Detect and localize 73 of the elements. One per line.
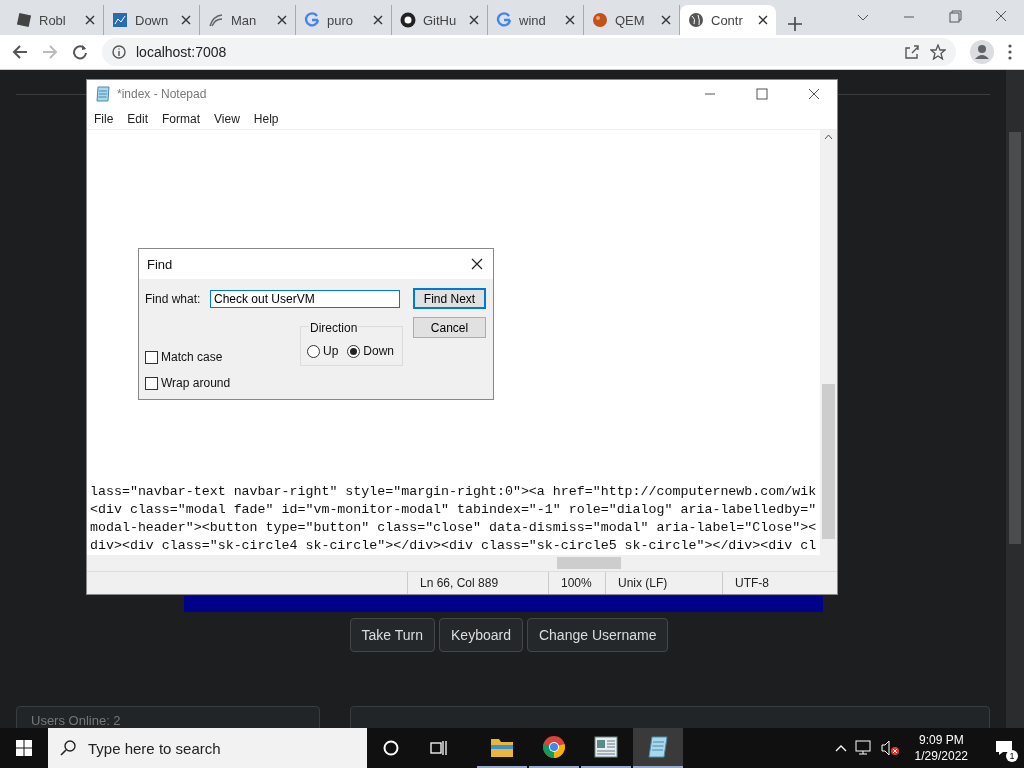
- globe-icon: [688, 12, 704, 28]
- dialog-button[interactable]: Cancel: [413, 317, 486, 338]
- page-button[interactable]: Take Turn: [349, 618, 435, 652]
- close-icon[interactable]: [758, 15, 768, 25]
- network-icon[interactable]: [854, 740, 873, 756]
- browser-tab[interactable]: Contr: [680, 5, 776, 35]
- search-field[interactable]: Type here to search: [48, 728, 367, 768]
- radio-button[interactable]: Up: [307, 344, 339, 358]
- page-button[interactable]: Keyboard: [439, 618, 523, 652]
- windows-icon[interactable]: [16, 740, 32, 756]
- close-icon[interactable]: [277, 15, 287, 25]
- clock-time[interactable]: 9:09 PM: [918, 732, 964, 748]
- dialog-title: Find: [147, 256, 174, 272]
- close-icon[interactable]: [565, 15, 575, 25]
- g-logo-icon: [304, 12, 320, 28]
- dialog-button[interactable]: Find Next: [413, 288, 486, 309]
- document-icon[interactable]: [594, 736, 618, 758]
- close-icon[interactable]: [469, 15, 479, 25]
- code-line: modal-header"><button type="button" class="close" data-dismiss="modal" aria-label="Close"><: [90, 519, 818, 537]
- menu-item[interactable]: File: [94, 111, 114, 126]
- reload-icon[interactable]: [72, 44, 88, 60]
- vertical-scrollbar[interactable]: [820, 130, 837, 555]
- clock-date[interactable]: 1/29/2022: [914, 748, 968, 764]
- close-icon[interactable]: [373, 15, 383, 25]
- chart-icon: [112, 12, 128, 28]
- status-text: 100%: [548, 572, 605, 594]
- find-label: Find what:: [145, 292, 201, 306]
- group-label: Direction: [309, 321, 359, 335]
- star-icon[interactable]: [930, 44, 946, 60]
- menu-item[interactable]: Edit: [127, 111, 149, 126]
- back-icon[interactable]: [12, 44, 28, 60]
- circle-icon[interactable]: [383, 740, 399, 756]
- checkbox[interactable]: Wrap around: [145, 376, 231, 390]
- task-view-icon[interactable]: [430, 740, 448, 756]
- status-text: Unix (LF): [605, 572, 722, 594]
- code-line: <div class="modal fade" id="vm-monitor-modal" tabindex="-1" role="dialog" aria-labelledby=": [90, 501, 818, 519]
- new-tab-icon[interactable]: [788, 17, 802, 31]
- info-icon[interactable]: [112, 45, 126, 59]
- search-icon: [60, 740, 76, 756]
- status-text: UTF-8: [722, 572, 781, 594]
- menu-item[interactable]: Format: [162, 111, 201, 126]
- muted-speaker-icon[interactable]: [880, 740, 899, 756]
- menu-item[interactable]: Help: [253, 111, 279, 126]
- notepad-icon: [95, 86, 111, 102]
- find-field[interactable]: Check out UserVM: [210, 290, 400, 308]
- window-title: *index - Notepad: [117, 87, 207, 101]
- menu-item[interactable]: View: [214, 111, 240, 126]
- users-panel: Users Online: 2: [16, 706, 321, 728]
- profile-icon[interactable]: [970, 40, 994, 64]
- g-logo-icon: [496, 12, 512, 28]
- chrome-icon[interactable]: [542, 735, 566, 759]
- notification-count: 1: [1006, 750, 1018, 762]
- close-icon[interactable]: [181, 15, 191, 25]
- page-scrollbar[interactable]: [1006, 70, 1024, 728]
- wave-icon: [208, 12, 224, 28]
- ball-icon: [592, 12, 608, 28]
- status-text: Ln 66, Col 889: [407, 572, 548, 594]
- checkbox[interactable]: Match case: [145, 350, 223, 364]
- notepad-icon[interactable]: [646, 735, 670, 759]
- horizontal-scrollbar[interactable]: [87, 555, 837, 571]
- tile-icon: [16, 12, 32, 28]
- page-button[interactable]: Change Username: [526, 618, 669, 652]
- address-bar[interactable]: localhost:7008: [102, 38, 956, 66]
- code-line: lass="navbar-text navbar-right" style="margin-right:0"><a href="http://computernewb.com/wik: [90, 483, 818, 501]
- radio-button[interactable]: Down: [347, 344, 395, 358]
- menu-icon[interactable]: [1008, 44, 1012, 60]
- code-line: div><div class="sk-circle4 sk-circle"></div><div class="sk-circle5 sk-circle"></div><div cl: [90, 537, 818, 555]
- chevron-up-icon[interactable]: [834, 744, 847, 752]
- close-icon[interactable]: [471, 258, 483, 270]
- share-icon[interactable]: [904, 44, 920, 60]
- close-icon[interactable]: [661, 15, 671, 25]
- close-icon[interactable]: [85, 15, 95, 25]
- folder-icon[interactable]: [490, 736, 514, 758]
